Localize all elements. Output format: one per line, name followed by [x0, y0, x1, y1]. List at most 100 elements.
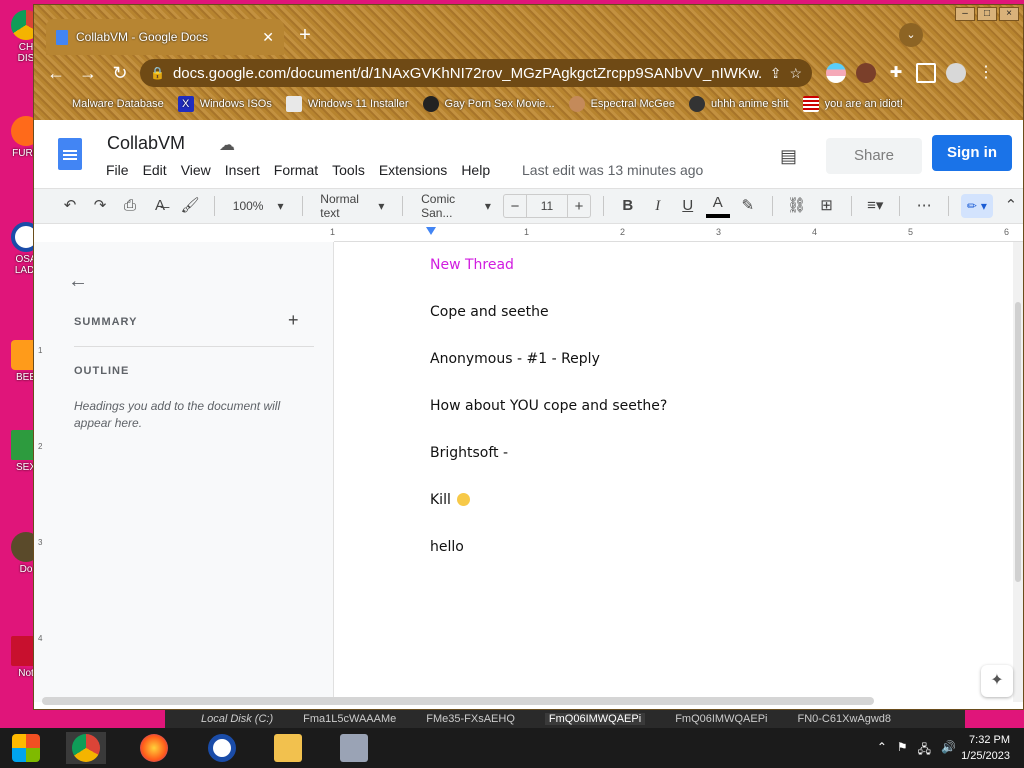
sign-in-button[interactable]: Sign in [932, 135, 1012, 171]
bookmark-star-icon[interactable]: ☆ [789, 65, 802, 82]
italic-icon[interactable]: I [646, 194, 670, 218]
window-item[interactable]: FMe35-FXsAEHQ [426, 713, 515, 725]
volume-icon[interactable]: 🔊 [941, 740, 956, 761]
toolbar-divider [214, 196, 215, 216]
bold-icon[interactable]: B [616, 194, 640, 218]
style-select[interactable]: Normal text ▾ [314, 192, 390, 220]
bookmark-item[interactable]: Gay Porn Sex Movie... [422, 96, 555, 112]
window-item[interactable]: FmQ06IMWQAEPi [675, 713, 767, 725]
window-item[interactable]: Fma1L5cWAAAMe [303, 713, 396, 725]
more-menu-icon[interactable]: ⋮ [976, 63, 996, 83]
menu-view[interactable]: View [181, 162, 211, 178]
share-page-icon[interactable]: ⇪ [770, 65, 782, 82]
puzzle-icon[interactable]: ✚ [886, 63, 906, 83]
close-window-button[interactable]: × [999, 7, 1019, 21]
url-text: docs.google.com/document/d/1NAxGVKhNI72r… [172, 64, 762, 82]
tab-search-button[interactable]: ⌄ [899, 23, 923, 47]
menu-insert[interactable]: Insert [225, 162, 260, 178]
tab-title: CollabVM - Google Docs [76, 30, 209, 44]
menu-help[interactable]: Help [461, 162, 490, 178]
address-bar[interactable]: 🔒 docs.google.com/document/d/1NAxGVKhNI7… [140, 59, 812, 87]
back-icon[interactable]: ← [44, 61, 68, 85]
text-color-icon[interactable]: A [705, 194, 730, 218]
bookmark-item[interactable]: X Windows ISOs [177, 96, 272, 112]
bookmark-label: Windows ISOs [199, 98, 272, 110]
chevron-down-icon: ▾ [378, 199, 385, 213]
print-icon[interactable]: ⎙ [118, 194, 142, 218]
collapse-menus-icon[interactable]: ⌃ [999, 194, 1023, 218]
menu-edit[interactable]: Edit [143, 162, 167, 178]
side-panel-icon[interactable] [916, 63, 936, 83]
zoom-select[interactable]: 100% ▾ [227, 199, 290, 213]
spellcheck-icon[interactable]: A̶ [148, 194, 172, 218]
extension-area: ✚ ⋮ [826, 63, 996, 83]
clock[interactable]: 7:32 PM 1/25/2023 [961, 732, 1010, 764]
window-item[interactable]: FN0-C61XwAgwd8 [797, 713, 891, 725]
menu-tools[interactable]: Tools [332, 162, 365, 178]
window-item-active[interactable]: FmQ06IMWQAEPi [544, 713, 646, 725]
comments-icon[interactable]: ▤ [780, 146, 797, 167]
lock-icon[interactable]: 🔒 [150, 66, 165, 80]
forward-icon[interactable]: → [76, 61, 100, 85]
undo-icon[interactable]: ↶ [58, 194, 82, 218]
doc-line[interactable]: New Thread [430, 257, 514, 273]
bookmark-item[interactable]: Espectral McGee [568, 96, 675, 112]
bookmark-item[interactable]: Windows 11 Installer [285, 96, 409, 112]
browser-tab[interactable]: CollabVM - Google Docs ✕ [46, 19, 284, 55]
doc-line: Cope and seethe [430, 304, 549, 320]
bookmark-item[interactable]: uhhh anime shit [688, 96, 789, 112]
document-page[interactable]: New Thread Cope and seethe Anonymous - #… [334, 242, 1023, 702]
decrease-size-button[interactable]: − [504, 198, 526, 215]
more-options-icon[interactable]: ⋯ [912, 194, 936, 218]
avatar-extension-icon[interactable] [856, 63, 876, 83]
close-outline-icon[interactable]: ← [68, 270, 88, 293]
share-button[interactable]: Share [826, 138, 922, 174]
scrollbar-thumb[interactable] [1015, 302, 1021, 582]
font-select[interactable]: Comic San... ▾ [415, 192, 497, 220]
bookmark-item[interactable]: you are an idiot! [802, 96, 903, 112]
cloud-saved-icon[interactable]: ☁ [219, 135, 235, 155]
underline-icon[interactable]: U [676, 194, 700, 218]
network-icon[interactable]: 🖧 [918, 740, 931, 761]
horizontal-scrollbar[interactable] [42, 697, 874, 705]
minimize-button[interactable]: – [955, 7, 975, 21]
start-button[interactable] [6, 732, 46, 764]
bookmark-item[interactable]: Malware Database [72, 98, 164, 110]
increase-size-button[interactable]: + [568, 198, 590, 215]
menu-format[interactable]: Format [274, 162, 318, 178]
font-size-input[interactable]: 11 [525, 195, 568, 217]
new-tab-button[interactable]: + [294, 24, 316, 46]
trans-flag-extension-icon[interactable] [826, 63, 846, 83]
reload-icon[interactable]: ↻ [108, 61, 132, 85]
vertical-scrollbar[interactable] [1013, 242, 1023, 702]
menu-file[interactable]: File [106, 162, 129, 178]
maximize-button[interactable]: □ [977, 7, 997, 21]
paint-format-icon[interactable]: 🖌 [178, 194, 202, 218]
highlight-icon[interactable]: ✎ [736, 194, 760, 218]
indent-marker[interactable] [426, 227, 436, 235]
document-title[interactable]: CollabVM [107, 133, 185, 154]
flag-icon[interactable]: ⚑ [897, 740, 908, 761]
taskbar-chrome[interactable] [66, 732, 106, 764]
last-edit-link[interactable]: Last edit was 13 minutes ago [522, 162, 703, 178]
add-summary-button[interactable]: + [288, 310, 299, 331]
redo-icon[interactable]: ↷ [88, 194, 112, 218]
window-item[interactable]: Local Disk (C:) [201, 713, 273, 725]
profile-icon[interactable] [946, 63, 966, 83]
taskbar-app[interactable] [202, 732, 242, 764]
tab-close-icon[interactable]: ✕ [262, 29, 274, 46]
editing-mode-button[interactable]: ✏ ▾ [960, 194, 993, 218]
docs-logo-icon[interactable] [58, 138, 82, 170]
menu-extensions[interactable]: Extensions [379, 162, 447, 178]
ruler-tick: 1 [330, 227, 336, 237]
add-comment-icon[interactable]: ⊞ [815, 194, 839, 218]
align-icon[interactable]: ≡▾ [863, 194, 887, 218]
taskbar-explorer[interactable] [268, 732, 308, 764]
toolbar-divider [948, 196, 949, 216]
taskbar-app[interactable] [334, 732, 374, 764]
taskbar-firefox[interactable] [134, 732, 174, 764]
chevron-up-icon[interactable]: ⌃ [877, 740, 887, 761]
link-icon[interactable]: ⛓ [785, 194, 809, 218]
explore-icon[interactable]: ✦ [981, 665, 1013, 697]
bookmarks-bar: Malware Database X Windows ISOs Windows 1… [34, 91, 1023, 117]
